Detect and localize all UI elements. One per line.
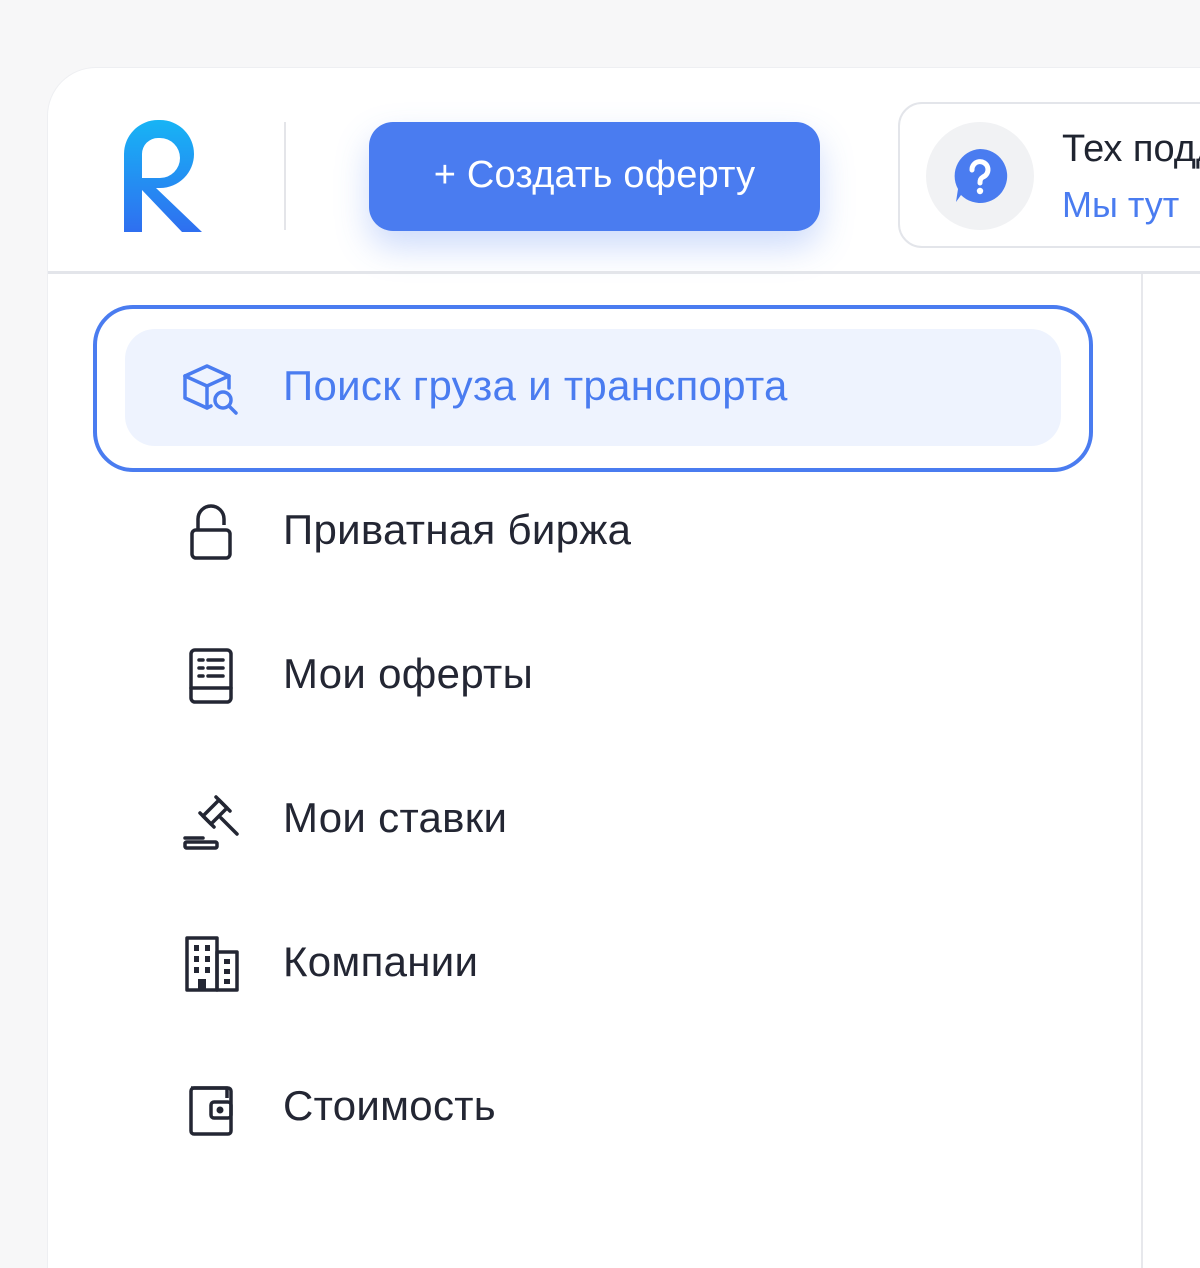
logo-r-icon	[124, 120, 202, 232]
document-list-icon	[189, 648, 233, 704]
create-offer-button[interactable]: + Создать оферту	[369, 122, 820, 231]
app-logo[interactable]	[124, 120, 206, 232]
sidebar-item-private-exchange[interactable]: Приватная биржа	[125, 473, 1061, 590]
sidebar-content-divider	[1141, 274, 1143, 1268]
app-window: + Создать оферту Тех поддержка Мы тут	[48, 68, 1200, 1268]
sidebar-item-my-offers[interactable]: Мои оферты	[125, 617, 1061, 734]
sidebar-item-label: Стоимость	[283, 1082, 496, 1129]
support-subtitle-link[interactable]: Мы тут	[1062, 184, 1179, 226]
sidebar-item-cargo-search[interactable]: Поиск груза и транспорта	[125, 329, 1061, 446]
header-divider	[284, 122, 286, 230]
cargo-search-icon	[183, 364, 238, 415]
sidebar-item-companies[interactable]: Компании	[125, 905, 1061, 1022]
support-icon-wrap	[926, 122, 1034, 230]
wallet-icon	[189, 1086, 233, 1136]
support-widget[interactable]: Тех поддержка Мы тут	[898, 102, 1200, 248]
sidebar-item-label: Поиск груза и транспорта	[283, 362, 788, 409]
building-icon	[185, 936, 239, 992]
header-bottom-divider	[48, 271, 1200, 274]
sidebar-item-label: Компании	[283, 938, 479, 985]
lock-icon	[190, 504, 232, 560]
sidebar-item-label: Мои ставки	[283, 794, 508, 841]
gavel-icon	[183, 795, 239, 850]
help-chat-icon	[954, 148, 1008, 203]
sidebar-item-my-bids[interactable]: Мои ставки	[125, 761, 1061, 878]
sidebar-item-label: Приватная биржа	[283, 506, 632, 553]
support-title: Тех поддержка	[1062, 128, 1200, 170]
sidebar-item-label: Мои оферты	[283, 650, 534, 697]
sidebar-item-pricing[interactable]: Стоимость	[125, 1049, 1061, 1166]
